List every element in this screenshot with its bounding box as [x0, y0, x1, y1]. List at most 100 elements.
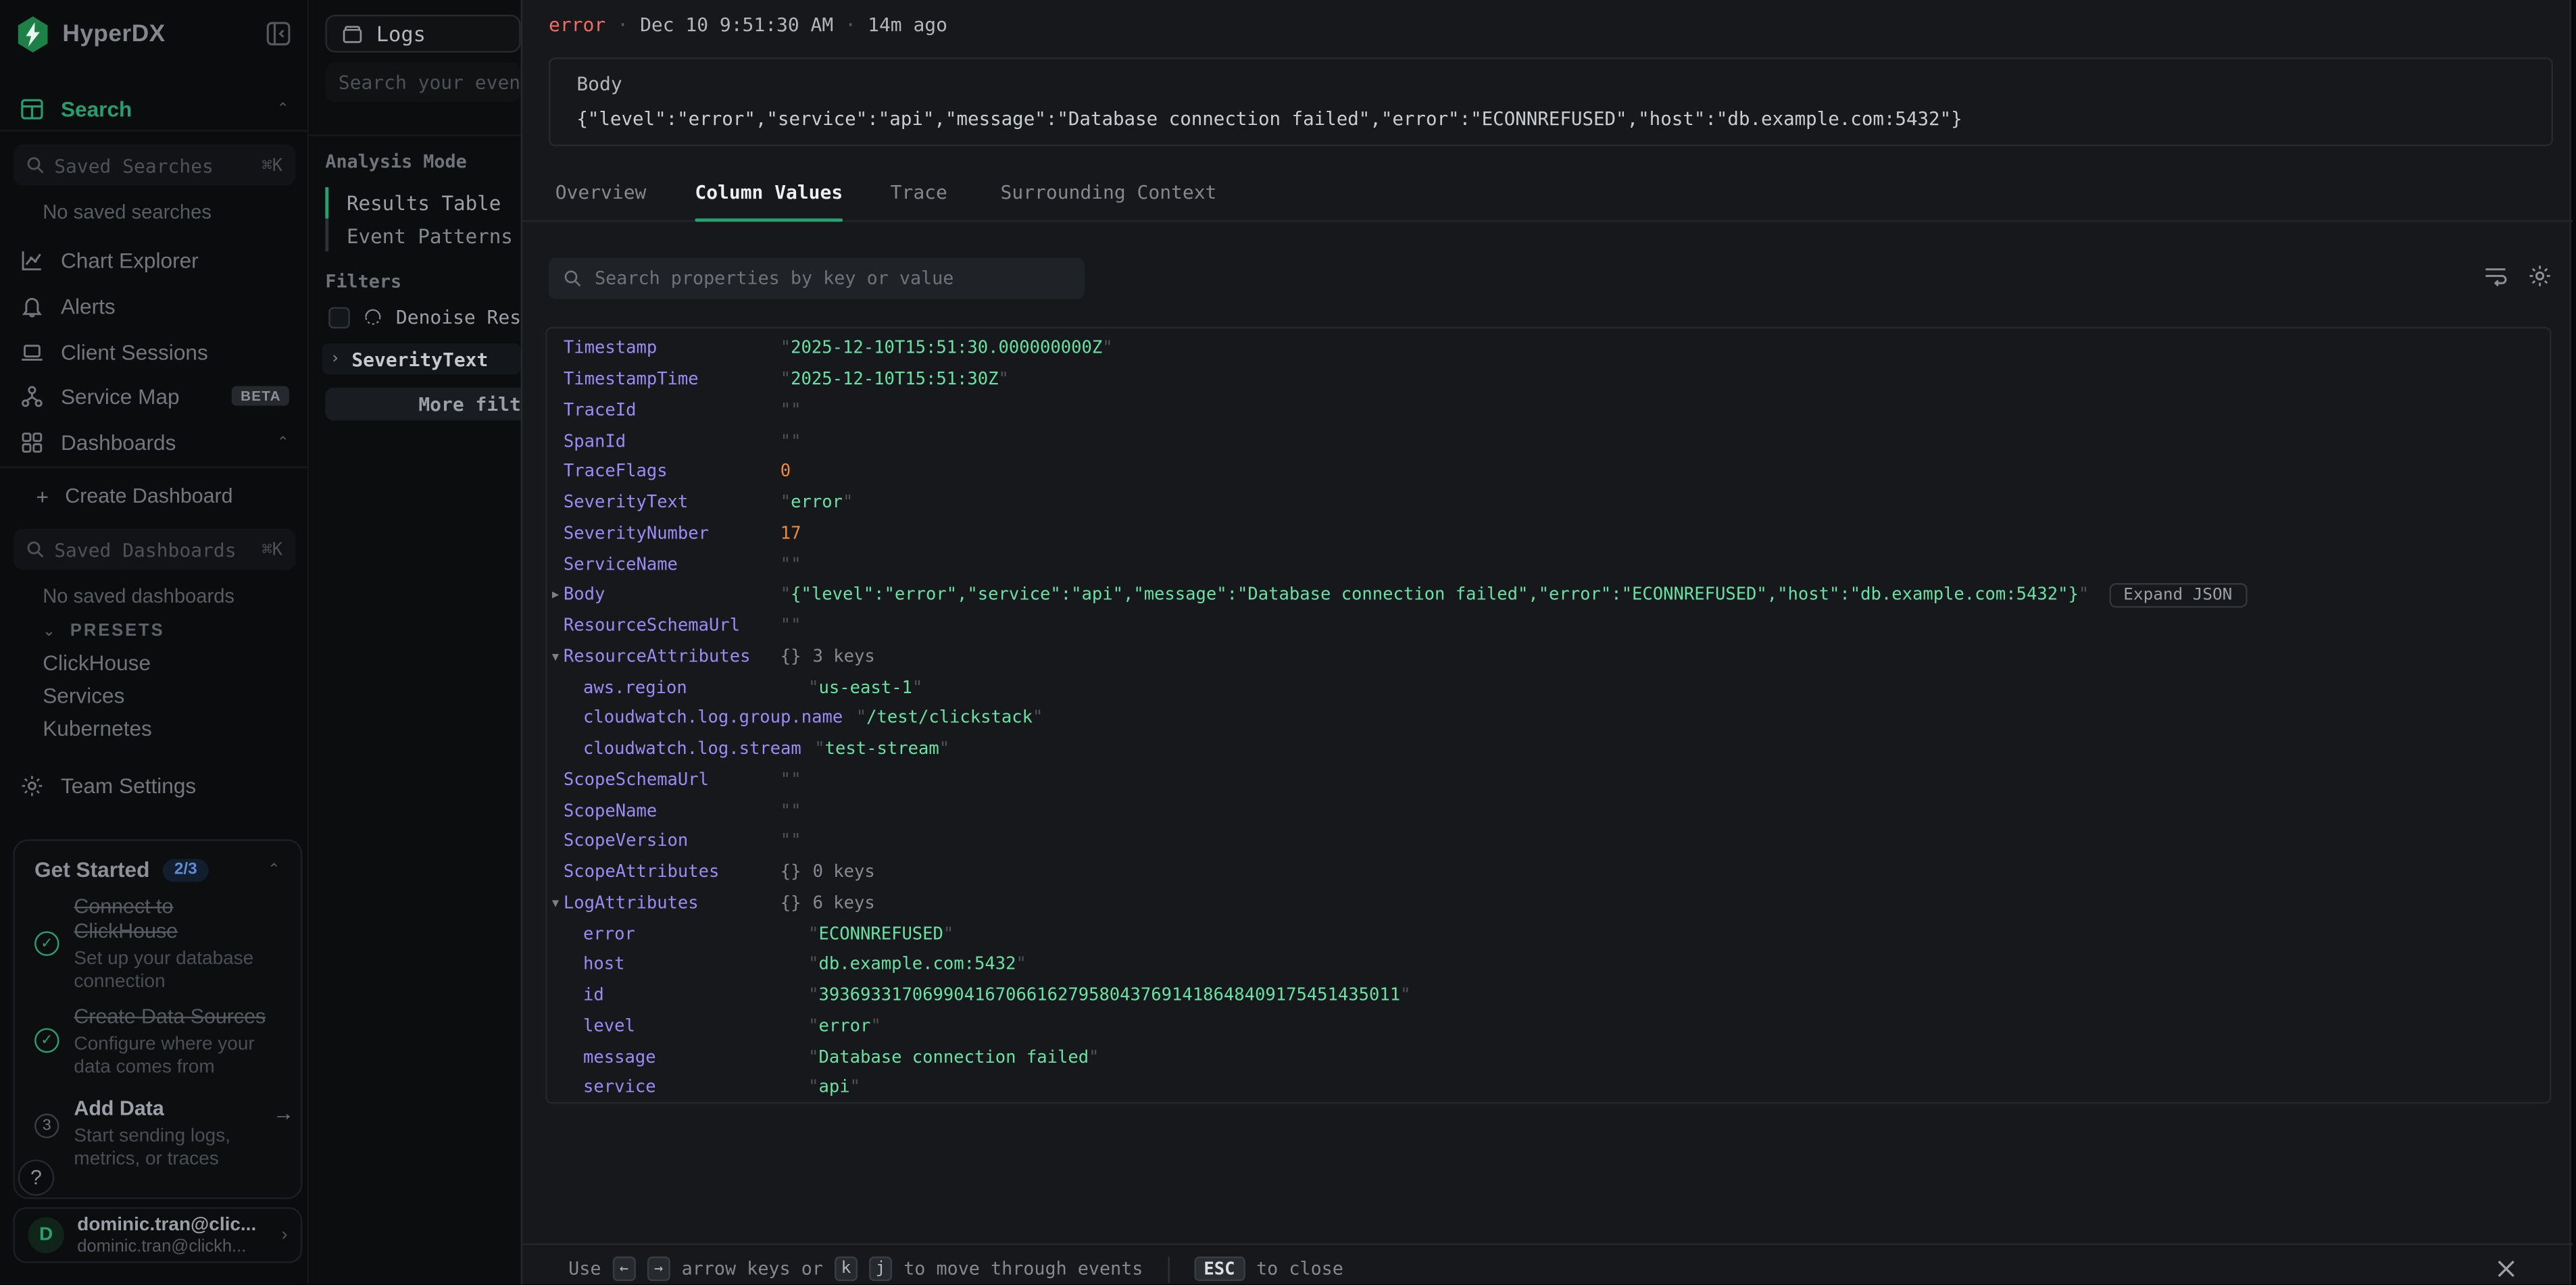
source-select[interactable]: Logs — [325, 15, 520, 53]
property-row[interactable]: SpanId"" — [547, 426, 2550, 457]
property-row[interactable]: ServiceName"" — [547, 549, 2550, 580]
property-row[interactable]: level"error" — [547, 1011, 2550, 1042]
mode-event-patterns[interactable]: Event Patterns — [347, 225, 513, 248]
denoise-filter-row[interactable]: Denoise Resul — [328, 305, 544, 328]
preset-services[interactable]: Services — [43, 683, 124, 707]
get-started-item-connect[interactable]: ✓ Connect to ClickHouse Set up your data… — [34, 895, 253, 994]
saved-searches-placeholder: Saved Searches — [54, 153, 252, 176]
tab-trace[interactable]: Trace — [891, 164, 947, 220]
sidebar-item-alerts[interactable]: Alerts — [20, 286, 289, 325]
property-row[interactable]: aws.region"us-east-1" — [547, 672, 2550, 703]
source-label: Logs — [376, 22, 426, 46]
chevron-right-icon: › — [282, 1226, 288, 1245]
k-keycap[interactable]: k — [835, 1257, 858, 1281]
property-value: "2025-12-10T15:51:30Z" — [781, 370, 1009, 389]
close-icon[interactable] — [2496, 1258, 2517, 1280]
gs-item-title: Create Data Sources — [74, 1005, 266, 1030]
property-row[interactable]: ScopeAttributes{}0 keys — [547, 857, 2550, 888]
help-button[interactable]: ? — [18, 1159, 54, 1195]
property-row[interactable]: ▼ResourceAttributes{}3 keys — [547, 641, 2550, 672]
property-row[interactable]: TraceId"" — [547, 395, 2550, 426]
saved-dashboards-input[interactable]: Saved Dashboards ⌘K — [13, 529, 295, 570]
property-row[interactable]: ScopeSchemaUrl"" — [547, 765, 2550, 796]
get-started-item-add-data[interactable]: 3 Add Data Start sending logs, metrics, … — [34, 1097, 230, 1171]
tab-surrounding-context[interactable]: Surrounding Context — [1001, 164, 1217, 220]
property-row[interactable]: ScopeVersion"" — [547, 826, 2550, 857]
property-value: "" — [781, 555, 801, 574]
app-root: HyperDX Search ⌃ Saved Searches ⌘K No sa… — [0, 0, 2576, 1284]
mode-results-table[interactable]: Results Table — [347, 192, 501, 215]
property-row[interactable]: cloudwatch.log.group.name"/test/clicksta… — [547, 703, 2550, 734]
j-keycap[interactable]: j — [869, 1257, 892, 1281]
sidebar-item-client-sessions[interactable]: Client Sessions — [20, 332, 289, 371]
collapse-sidebar-icon[interactable] — [266, 22, 291, 46]
property-row[interactable]: message"Database connection failed" — [547, 1042, 2550, 1073]
sidebar-item-chart-explorer[interactable]: Chart Explorer — [20, 240, 289, 279]
dot-separator: · — [845, 13, 856, 36]
create-dashboard-button[interactable]: + Create Dashboard — [36, 480, 292, 513]
property-key: TraceId — [564, 401, 781, 420]
property-row[interactable]: SeverityText"error" — [547, 487, 2550, 518]
expander-icon[interactable]: ▼ — [552, 650, 559, 663]
properties-search-input[interactable]: Search properties by key or value — [549, 258, 1085, 299]
wrap-lines-icon[interactable] — [2482, 263, 2508, 289]
property-key: cloudwatch.log.group.name — [583, 709, 856, 728]
severity-filter-group[interactable]: › SeverityText — [322, 343, 520, 374]
user-menu[interactable]: D dominic.tran@clic... dominic.tran@clic… — [13, 1207, 302, 1263]
arrow-right-keycap[interactable]: → — [647, 1257, 670, 1281]
denoise-checkbox[interactable] — [328, 306, 350, 328]
gs-item-desc: Start sending logs, — [74, 1125, 230, 1148]
brand[interactable]: HyperDX — [16, 16, 165, 52]
property-value: "api" — [808, 1078, 860, 1098]
sidebar-item-service-map[interactable]: Service Map BETA — [20, 376, 289, 415]
property-row[interactable]: ▼LogAttributes{}6 keys — [547, 888, 2550, 919]
preset-kubernetes[interactable]: Kubernetes — [43, 716, 152, 740]
property-key: error — [583, 924, 808, 944]
property-value: "" — [781, 801, 801, 820]
tab-overview[interactable]: Overview — [555, 164, 647, 220]
property-key: TimestampTime — [564, 370, 781, 389]
property-row[interactable]: cloudwatch.log.stream"test-stream" — [547, 734, 2550, 765]
event-timestamp: Dec 10 9:51:30 AM — [640, 13, 833, 36]
expander-icon[interactable]: ▶ — [552, 588, 559, 601]
mode-rail — [325, 187, 328, 251]
sidebar-item-team-settings[interactable]: Team Settings — [20, 765, 289, 805]
body-card: Body {"level":"error","service":"api","m… — [549, 57, 2553, 146]
sidebar-item-dashboards[interactable]: Dashboards ⌃ — [20, 422, 289, 461]
settings-gear-icon[interactable] — [2527, 263, 2553, 289]
esc-keycap[interactable]: ESC — [1194, 1257, 1245, 1281]
property-value: "test-stream" — [814, 739, 949, 759]
hint-text: to close — [1256, 1258, 1343, 1280]
more-filters-button[interactable]: More filte — [325, 388, 539, 421]
chart-explorer-label: Chart Explorer — [61, 247, 199, 272]
chevron-up-icon[interactable]: ⌃ — [268, 861, 280, 879]
get-started-card: Get Started 2/3 ⌃ ✓ Connect to ClickHous… — [13, 839, 302, 1199]
expander-icon[interactable]: ▼ — [552, 897, 559, 909]
events-search-input[interactable]: Search your event — [325, 62, 520, 101]
property-row[interactable]: service"api" — [547, 1073, 2550, 1104]
property-row[interactable]: id"3936933170699041670661627958043769141… — [547, 980, 2550, 1011]
property-value: {}6 keys — [781, 893, 875, 913]
property-row[interactable]: TimestampTime"2025-12-10T15:51:30Z" — [547, 364, 2550, 395]
preset-clickhouse[interactable]: ClickHouse — [43, 651, 151, 675]
chevron-up-icon[interactable]: ⌃ — [277, 99, 289, 118]
tab-column-values[interactable]: Column Values — [695, 164, 843, 220]
property-row[interactable]: Timestamp"2025-12-10T15:51:30.000000000Z… — [547, 334, 2550, 365]
chevron-up-icon[interactable]: ⌃ — [277, 433, 289, 451]
property-row[interactable]: TraceFlags0 — [547, 457, 2550, 488]
property-row[interactable]: host"db.example.com:5432" — [547, 949, 2550, 980]
sidebar-item-search[interactable]: Search ⌃ — [20, 89, 289, 128]
property-row[interactable]: SeverityNumber17 — [547, 518, 2550, 549]
get-started-item-datasources[interactable]: ✓ Create Data Sources Configure where yo… — [34, 1005, 266, 1079]
arrow-left-keycap[interactable]: ← — [613, 1257, 636, 1281]
property-row[interactable]: ScopeName"" — [547, 795, 2550, 826]
property-row[interactable]: ▶Body"{"level":"error","service":"api","… — [547, 580, 2550, 611]
hint-text: to move through events — [903, 1258, 1143, 1280]
gs-item-desc: Set up your database — [74, 948, 253, 971]
footer-divider — [522, 1243, 2573, 1244]
presets-header[interactable]: ⌄ PRESETS — [43, 621, 164, 640]
property-row[interactable]: error"ECONNREFUSED" — [547, 919, 2550, 950]
saved-searches-input[interactable]: Saved Searches ⌘K — [13, 145, 295, 186]
property-row[interactable]: ResourceSchemaUrl"" — [547, 611, 2550, 642]
expand-json-button[interactable]: Expand JSON — [2108, 583, 2247, 607]
